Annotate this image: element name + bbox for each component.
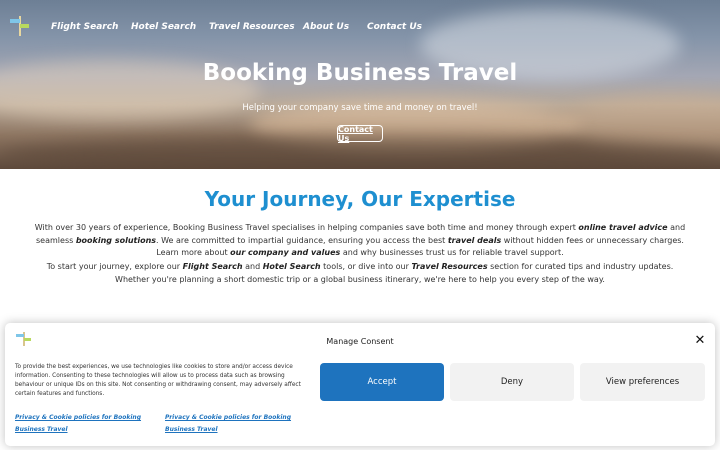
hero-title: Booking Business Travel bbox=[202, 60, 518, 86]
deny-button[interactable]: Deny bbox=[450, 363, 574, 401]
intro-paragraph: With over 30 years of experience, Bookin… bbox=[30, 222, 690, 260]
nav-item-travel-resources[interactable]: Travel Resources bbox=[209, 22, 295, 32]
paragraph-text: . We are committed to impartial guidance… bbox=[156, 235, 448, 245]
travel-resources-link[interactable]: Travel Resources bbox=[411, 262, 487, 271]
consent-title: Manage Consent bbox=[326, 337, 394, 346]
flight-search-link[interactable]: Flight Search bbox=[183, 262, 243, 271]
site-logo[interactable] bbox=[10, 16, 30, 36]
hero-banner: Flight Search Hotel Search Travel Resour… bbox=[0, 0, 720, 169]
cookie-consent-banner: Manage Consent ✕ To provide the best exp… bbox=[5, 323, 715, 446]
view-preferences-button[interactable]: View preferences bbox=[580, 363, 705, 401]
booking-solutions-emphasis: booking solutions bbox=[75, 235, 157, 245]
consent-description: To provide the best experiences, we use … bbox=[15, 364, 301, 397]
hero-subtitle: Helping your company save time and money… bbox=[242, 103, 478, 113]
paragraph-text: tools, or dive into our bbox=[320, 262, 412, 271]
signpost-sign bbox=[20, 24, 29, 28]
accept-button[interactable]: Accept bbox=[320, 363, 444, 401]
paragraph-text: With over 30 years of experience, Bookin… bbox=[34, 223, 579, 232]
paragraph-text: and bbox=[242, 262, 263, 271]
section-title: Your Journey, Our Expertise bbox=[204, 187, 516, 211]
nav-item-flight-search[interactable]: Flight Search bbox=[51, 22, 118, 32]
hotel-search-link[interactable]: Hotel Search bbox=[263, 262, 321, 271]
nav-item-about-us[interactable]: About Us bbox=[303, 22, 349, 32]
online-travel-advice-emphasis: online travel advice bbox=[578, 223, 668, 232]
signpost-sign bbox=[10, 19, 20, 23]
paragraph-text: To start your journey, explore our bbox=[46, 262, 183, 271]
company-values-link[interactable]: our company and values bbox=[230, 248, 340, 257]
cookie-policy-link[interactable]: Privacy & Cookie policies for Booking Bu… bbox=[165, 412, 310, 436]
nav-item-contact-us[interactable]: Contact Us bbox=[367, 22, 422, 32]
nav-item-hotel-search[interactable]: Hotel Search bbox=[131, 22, 196, 32]
close-icon[interactable]: ✕ bbox=[693, 334, 707, 348]
travel-deals-emphasis: travel deals bbox=[447, 235, 502, 245]
paragraph-text: and why businesses trust us for reliable… bbox=[340, 248, 564, 258]
explore-paragraph: To start your journey, explore our Fligh… bbox=[30, 261, 690, 286]
contact-us-button[interactable]: Contact Us bbox=[337, 125, 383, 143]
privacy-policy-link[interactable]: Privacy & Cookie policies for Booking Bu… bbox=[15, 412, 160, 436]
